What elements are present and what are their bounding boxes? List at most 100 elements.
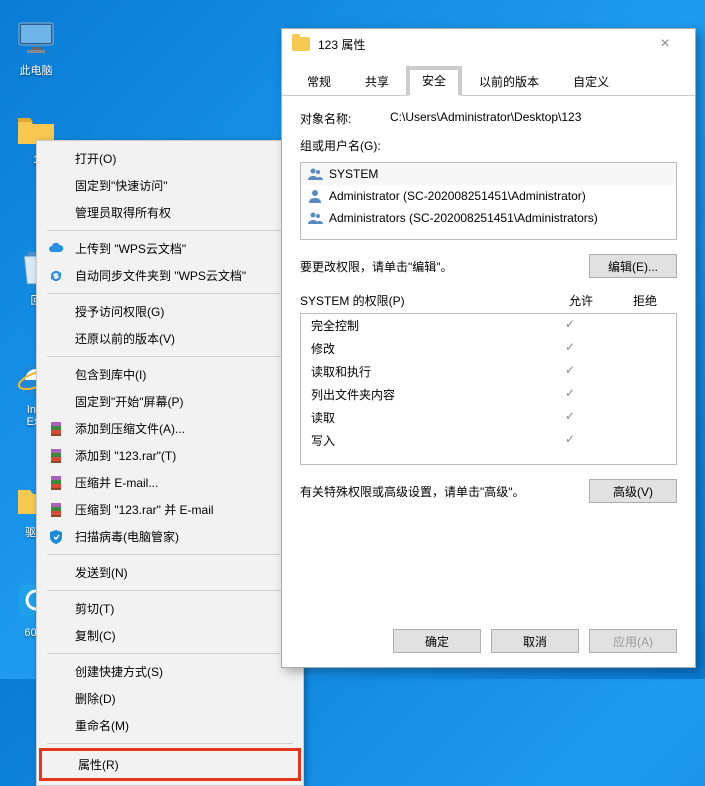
allow-check-icon: ✓ — [538, 386, 602, 403]
menu-item[interactable]: 剪切(T) — [39, 595, 301, 622]
tab-安全[interactable]: 安全 — [406, 66, 462, 96]
menu-item-label: 管理员取得所有权 — [75, 204, 171, 221]
permission-row: 读取和执行✓ — [301, 360, 676, 383]
allow-check-icon: ✓ — [538, 340, 602, 357]
menu-item[interactable]: 包含到库中(I)▶ — [39, 361, 301, 388]
tab-自定义[interactable]: 自定义 — [556, 66, 626, 96]
menu-item-label: 添加到压缩文件(A)... — [75, 420, 185, 437]
deny-check-icon — [602, 386, 666, 403]
allow-check-icon: ✓ — [538, 432, 602, 449]
menu-item-label: 剪切(T) — [75, 600, 114, 617]
close-icon[interactable]: × — [645, 35, 685, 53]
deny-check-icon — [602, 409, 666, 426]
menu-item[interactable]: 打开(O) — [39, 145, 301, 172]
advanced-button[interactable]: 高级(V) — [589, 479, 677, 503]
menu-item[interactable]: 重命名(M) — [39, 712, 301, 739]
dialog-titlebar: 123 属性 × — [282, 29, 695, 59]
menu-item-label: 属性(R) — [78, 756, 119, 773]
menu-item[interactable]: 扫描病毒(电脑管家) — [39, 523, 301, 550]
menu-item[interactable]: 删除(D) — [39, 685, 301, 712]
menu-item-label: 添加到 "123.rar"(T) — [75, 447, 176, 464]
permission-name: 读取和执行 — [311, 363, 538, 380]
user-list-item[interactable]: SYSTEM — [301, 163, 676, 185]
context-menu: 打开(O)固定到"快速访问" 管理员取得所有权上传到 "WPS云文档" 自动同步文件… — [36, 140, 304, 786]
menu-item-label: 包含到库中(I) — [75, 366, 146, 383]
users-listbox[interactable]: SYSTEM Administrator (SC-202008251451\Adm… — [300, 162, 677, 240]
user-icon — [307, 188, 323, 204]
deny-check-icon — [602, 317, 666, 334]
allow-header: 允许 — [549, 292, 613, 309]
menu-item[interactable]: 压缩到 "123.rar" 并 E-mail — [39, 496, 301, 523]
edit-button[interactable]: 编辑(E)... — [589, 254, 677, 278]
allow-check-icon: ✓ — [538, 409, 602, 426]
menu-item[interactable]: 固定到"开始"屏幕(P) — [39, 388, 301, 415]
menu-item[interactable]: 创建快捷方式(S) — [39, 658, 301, 685]
user-list-item[interactable]: Administrators (SC-202008251451\Administ… — [301, 207, 676, 229]
menu-item[interactable]: 固定到"快速访问" — [39, 172, 301, 199]
user-name: SYSTEM — [329, 167, 378, 181]
rar-icon — [47, 501, 65, 519]
dialog-title: 123 属性 — [318, 36, 365, 53]
menu-item[interactable]: 管理员取得所有权 — [39, 199, 301, 226]
menu-item[interactable]: 复制(C) — [39, 622, 301, 649]
deny-check-icon — [602, 363, 666, 380]
group-icon — [307, 210, 323, 226]
allow-check-icon: ✓ — [538, 363, 602, 380]
edit-hint: 要更改权限，请单击"编辑"。 — [300, 258, 589, 275]
menu-item-label: 固定到"开始"屏幕(P) — [75, 393, 184, 410]
menu-item-label: 压缩到 "123.rar" 并 E-mail — [75, 501, 214, 518]
menu-item-label: 自动同步文件夹到 "WPS云文档" — [75, 267, 246, 284]
menu-item[interactable]: 属性(R) — [39, 748, 301, 781]
menu-item-label: 上传到 "WPS云文档" — [75, 240, 186, 257]
group-users-label: 组或用户名(G): — [300, 137, 677, 154]
object-path-value: C:\Users\Administrator\Desktop\123 — [390, 110, 677, 127]
menu-item[interactable]: 自动同步文件夹到 "WPS云文档" — [39, 262, 301, 289]
permission-row: 完全控制✓ — [301, 314, 676, 337]
advanced-hint: 有关特殊权限或高级设置，请单击"高级"。 — [300, 483, 589, 500]
tab-共享[interactable]: 共享 — [348, 66, 406, 96]
menu-item-label: 重命名(M) — [75, 717, 129, 734]
menu-item-label: 压缩并 E-mail... — [75, 474, 158, 491]
permission-name: 完全控制 — [311, 317, 538, 334]
tab-以前的版本[interactable]: 以前的版本 — [462, 66, 556, 96]
dialog-body: 对象名称: C:\Users\Administrator\Desktop\123… — [282, 96, 695, 527]
menu-item[interactable]: 压缩并 E-mail... — [39, 469, 301, 496]
menu-item[interactable]: 添加到压缩文件(A)... — [39, 415, 301, 442]
permission-row: 列出文件夹内容✓ — [301, 383, 676, 406]
desktop-icon-label: 此电脑 — [8, 62, 64, 78]
rar-icon — [47, 447, 65, 465]
menu-item[interactable]: 上传到 "WPS云文档" — [39, 235, 301, 262]
permissions-table: 完全控制✓修改✓读取和执行✓列出文件夹内容✓读取✓写入✓ — [300, 313, 677, 465]
menu-item[interactable]: 发送到(N)▶ — [39, 559, 301, 586]
cloud-icon — [47, 240, 65, 258]
permission-name: 写入 — [311, 432, 538, 449]
tab-常规[interactable]: 常规 — [290, 66, 348, 96]
menu-item-label: 删除(D) — [75, 690, 116, 707]
menu-item-label: 扫描病毒(电脑管家) — [75, 528, 179, 545]
object-name-label: 对象名称: — [300, 110, 390, 127]
desktop-icon-this-pc[interactable]: 此电脑 — [8, 18, 64, 78]
rar-icon — [47, 420, 65, 438]
user-name: Administrator (SC-202008251451\Administr… — [329, 189, 586, 203]
permission-row: 写入✓ — [301, 429, 676, 452]
menu-item-label: 复制(C) — [75, 627, 116, 644]
allow-check-icon: ✓ — [538, 317, 602, 334]
menu-item[interactable]: 添加到 "123.rar"(T) — [39, 442, 301, 469]
apply-button[interactable]: 应用(A) — [589, 629, 677, 653]
monitor-icon — [16, 18, 56, 58]
menu-item[interactable]: 还原以前的版本(V) — [39, 325, 301, 352]
rar-icon — [47, 474, 65, 492]
user-name: Administrators (SC-202008251451\Administ… — [329, 211, 598, 225]
permissions-for-label: SYSTEM 的权限(P) — [300, 292, 549, 309]
ok-button[interactable]: 确定 — [393, 629, 481, 653]
menu-item-label: 创建快捷方式(S) — [75, 663, 163, 680]
dialog-footer: 确定 取消 应用(A) — [393, 629, 677, 653]
folder-icon — [292, 37, 310, 51]
menu-item[interactable]: 授予访问权限(G)▶ — [39, 298, 301, 325]
tab-strip: 常规共享安全以前的版本自定义 — [282, 65, 695, 96]
permission-name: 列出文件夹内容 — [311, 386, 538, 403]
permission-name: 修改 — [311, 340, 538, 357]
cancel-button[interactable]: 取消 — [491, 629, 579, 653]
user-list-item[interactable]: Administrator (SC-202008251451\Administr… — [301, 185, 676, 207]
menu-item-label: 发送到(N) — [75, 564, 128, 581]
